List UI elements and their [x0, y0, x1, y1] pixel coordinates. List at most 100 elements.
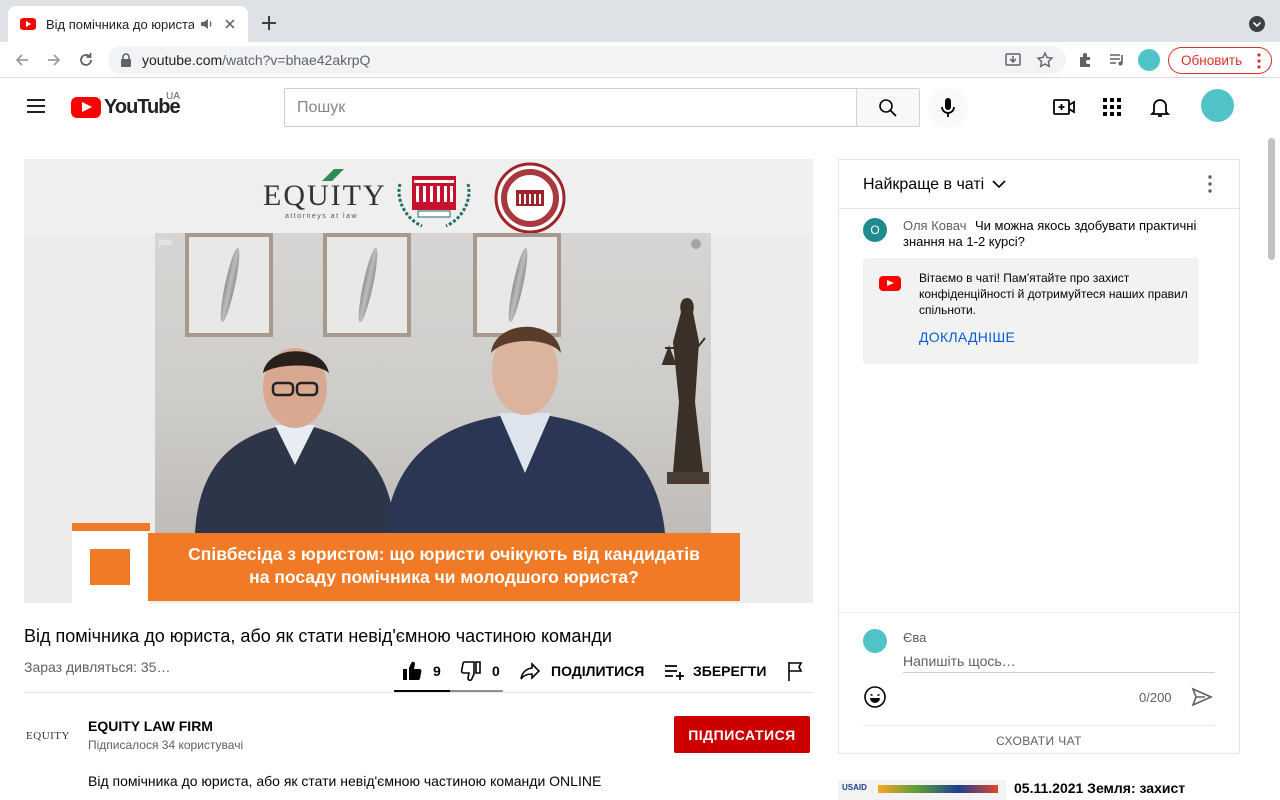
more-vert-icon[interactable] — [1208, 175, 1212, 193]
url-path: /watch?v=bhae42akrpQ — [222, 52, 371, 68]
search-icon — [879, 98, 897, 117]
thumbs-up-icon — [403, 661, 422, 681]
chat-input[interactable] — [903, 649, 1215, 669]
install-app-icon[interactable] — [1004, 51, 1022, 69]
like-button[interactable]: 9 — [401, 657, 441, 685]
page-scrollbar[interactable] — [1268, 138, 1275, 260]
browser-tabstrip: Від помічника до юриста, а — [0, 0, 1280, 42]
character-counter: 0/200 — [1139, 690, 1172, 705]
voice-search-button[interactable] — [928, 88, 968, 128]
notice-text: Вітаємо в чаті! Пам'ятайте про захист ко… — [919, 271, 1188, 317]
url-host: youtube.com — [142, 52, 223, 68]
browser-toolbar: youtube.com/watch?v=bhae42akrpQ Обновить — [0, 42, 1280, 78]
video-title: Від помічника до юриста, або як стати не… — [24, 626, 612, 646]
search-box[interactable] — [284, 88, 857, 127]
save-button[interactable]: ЗБЕРЕГТИ — [663, 657, 766, 685]
save-label: ЗБЕРЕГТИ — [693, 663, 767, 679]
thumbs-down-icon — [460, 661, 481, 681]
tab-search-icon[interactable] — [1249, 16, 1265, 32]
youtube-play-icon — [71, 96, 101, 118]
recommended-video-title[interactable]: 05.11.2021 Земля: захист — [1014, 780, 1185, 796]
university-seal-icon — [494, 162, 566, 234]
send-icon[interactable] — [1191, 686, 1213, 708]
video-player[interactable]: EQUITY attorneys at law jitsi Співбесіда… — [24, 159, 813, 603]
video-lower-third: Співбесіда з юристом: що юристи очікують… — [72, 523, 740, 603]
webcam-feed: jitsi — [155, 233, 711, 533]
youtube-logo[interactable]: YouTube — [71, 96, 181, 118]
share-icon — [520, 662, 541, 680]
dislike-button[interactable]: 0 — [460, 657, 500, 685]
menu-icon[interactable] — [26, 98, 46, 114]
like-count: 9 — [433, 663, 441, 679]
microphone-icon — [941, 98, 955, 117]
composer-avatar — [863, 629, 887, 653]
subscriber-count: Підписалося 34 користувачі — [88, 738, 244, 752]
update-label: Обновить — [1181, 53, 1243, 68]
lower-third-line-2: на посаду помічника чи молодшого юриста? — [249, 567, 639, 587]
jitsi-watermark: jitsi — [159, 237, 172, 247]
hide-chat-button[interactable]: СХОВАТИ ЧАТ — [863, 725, 1215, 755]
address-bar[interactable]: youtube.com/watch?v=bhae42akrpQ — [108, 46, 1066, 74]
update-button[interactable]: Обновить — [1168, 47, 1272, 74]
live-viewer-count: Зараз дивляться: 35… — [24, 659, 171, 675]
message-author-name[interactable]: Оля Ковач — [903, 218, 966, 233]
chat-welcome-notice: Вітаємо в чаті! Пам'ятайте про захист ко… — [863, 258, 1199, 364]
equity-chevron-icon — [322, 169, 344, 181]
learn-more-link[interactable]: ДОКЛАДНІШЕ — [919, 329, 1015, 345]
youtube-favicon-icon — [20, 18, 36, 30]
forward-icon[interactable] — [45, 51, 63, 69]
bookmark-star-icon[interactable] — [1036, 51, 1054, 69]
search-button[interactable] — [856, 88, 920, 127]
reload-icon[interactable] — [77, 51, 95, 69]
lower-third-caption: Співбесіда з юристом: що юристи очікують… — [148, 533, 740, 601]
student-council-seal-icon — [397, 176, 471, 228]
chevron-down-icon[interactable] — [992, 179, 1006, 189]
extensions-icon[interactable] — [1076, 51, 1094, 69]
tab-title: Від помічника до юриста, а — [46, 16, 195, 32]
thumbnail-logo-text: USAID — [842, 783, 867, 792]
lower-third-line-1: Співбесіда з юристом: що юристи очікують… — [188, 544, 700, 564]
youtube-header: YouTube UA — [0, 79, 1280, 135]
lock-icon[interactable] — [120, 53, 132, 67]
message-author-avatar[interactable]: О — [863, 218, 887, 242]
apps-grid-icon[interactable] — [1100, 95, 1124, 119]
channel-avatar[interactable]: EQUITY — [24, 712, 72, 760]
subscribe-button[interactable]: ПІДПИСАТИСЯ — [674, 716, 810, 753]
lower-third-orange-square — [90, 549, 130, 585]
dislike-count: 0 — [492, 663, 500, 679]
chat-header: Найкраще в чаті — [839, 160, 1239, 209]
divider — [24, 692, 813, 693]
speaker-icon[interactable] — [200, 17, 214, 31]
user-avatar[interactable] — [1201, 89, 1234, 122]
profile-avatar[interactable] — [1138, 49, 1160, 71]
thumbnail-logos-strip — [878, 785, 998, 793]
report-flag-icon[interactable] — [786, 660, 806, 682]
create-video-icon[interactable] — [1052, 95, 1076, 119]
wall-artwork — [185, 233, 273, 337]
channel-name[interactable]: EQUITY LAW FIRM — [88, 718, 213, 734]
equity-logo: EQUITY attorneys at law — [263, 179, 387, 220]
new-tab-icon[interactable] — [260, 14, 278, 32]
youtube-icon — [879, 276, 901, 291]
camera-indicator-icon — [691, 239, 701, 249]
tab-close-icon[interactable] — [222, 16, 238, 32]
video-description: Від помічника до юриста, або як стати не… — [88, 773, 602, 789]
media-controls-icon[interactable] — [1108, 51, 1126, 69]
search-input[interactable] — [285, 89, 857, 126]
notifications-bell-icon[interactable] — [1148, 95, 1172, 119]
channel-avatar-text: EQUITY — [26, 730, 70, 742]
equity-logo-sub: attorneys at law — [285, 213, 359, 220]
chat-composer: Єва 0/200 СХОВАТИ ЧАТ — [839, 612, 1239, 754]
recommended-video-thumbnail[interactable]: USAID — [838, 780, 1006, 800]
live-chat: Найкраще в чаті О Чи можна якось здобува… — [838, 159, 1240, 754]
equity-logo-text: EQUITY — [263, 179, 387, 212]
composer-username: Єва — [903, 630, 927, 645]
share-button[interactable]: ПОДІЛИТИСЯ — [519, 657, 644, 685]
browser-tab[interactable]: Від помічника до юриста, а — [8, 6, 248, 42]
chat-input-field[interactable] — [903, 649, 1215, 673]
chat-mode-label[interactable]: Найкраще в чаті — [863, 176, 984, 194]
share-label: ПОДІЛИТИСЯ — [551, 663, 645, 679]
url-text[interactable]: youtube.com/watch?v=bhae42akrpQ — [142, 52, 370, 68]
back-icon[interactable] — [13, 51, 31, 69]
emoji-icon[interactable] — [863, 685, 887, 709]
